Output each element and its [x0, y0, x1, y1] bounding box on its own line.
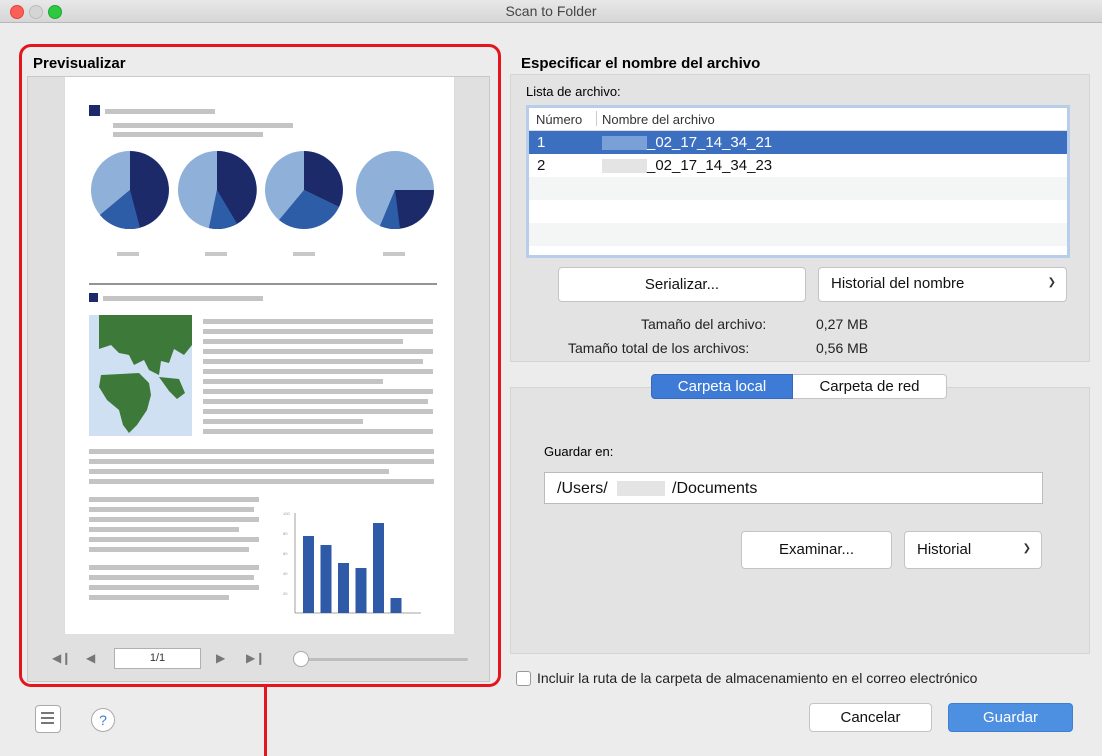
save-path-prefix: /Users/ — [557, 480, 608, 497]
file-section-title: Especificar el nombre del archivo — [521, 55, 761, 72]
chevron-down-icon: ❯ — [1022, 543, 1031, 554]
cancel-button[interactable]: Cancelar — [809, 703, 932, 732]
redacted-name-block — [602, 159, 647, 173]
empty-row — [529, 200, 1067, 223]
file-list-table[interactable]: Número Nombre del archivo 1 _02_17_14_34… — [526, 105, 1070, 258]
help-icon[interactable]: ? — [91, 708, 115, 732]
preview-highlight-frame — [19, 44, 501, 687]
total-size-value: 0,56 MB — [816, 340, 869, 356]
title-bar: Scan to Folder — [0, 0, 1102, 23]
file-list-label: Lista de archivo: — [526, 84, 621, 99]
window-title: Scan to Folder — [505, 3, 597, 19]
folder-tabs: Carpeta local Carpeta de red — [651, 374, 947, 399]
empty-row — [529, 223, 1067, 246]
chevron-down-icon: ❯ — [1047, 277, 1056, 288]
include-path-checkbox[interactable] — [516, 671, 531, 686]
folder-history-value: Historial — [917, 541, 972, 558]
file-size-value: 0,27 MB — [816, 316, 869, 332]
tab-local-folder[interactable]: Carpeta local — [651, 374, 793, 399]
file-row-number: 1 — [537, 134, 546, 151]
redacted-name-block — [602, 136, 647, 150]
folder-section-panel — [510, 387, 1090, 654]
folder-history-select[interactable]: Historial ❯ — [904, 531, 1042, 569]
save-button[interactable]: Guardar — [948, 703, 1073, 732]
tab-network-folder[interactable]: Carpeta de red — [793, 374, 947, 399]
file-row-1[interactable]: 1 _02_17_14_34_21 — [529, 131, 1067, 154]
file-size-label: Tamaño del archivo: — [641, 316, 767, 332]
empty-row — [529, 177, 1067, 200]
save-path-field[interactable]: /Users/ /Documents — [544, 472, 1043, 504]
name-history-select[interactable]: Historial del nombre ❯ — [818, 267, 1067, 302]
save-path-suffix: /Documents — [672, 480, 758, 497]
serialize-button[interactable]: Serializar... — [558, 267, 806, 302]
browse-button[interactable]: Examinar... — [741, 531, 892, 569]
redacted-user-block — [617, 481, 665, 496]
total-size-label: Tamaño total de los archivos: — [568, 340, 750, 356]
file-row-name: _02_17_14_34_21 — [647, 134, 773, 151]
file-row-2[interactable]: 2 _02_17_14_34_23 — [529, 154, 1067, 177]
sidebar-toggle-icon[interactable] — [35, 705, 61, 733]
column-file-name[interactable]: Nombre del archivo — [602, 112, 715, 127]
file-row-name: _02_17_14_34_23 — [647, 157, 773, 174]
save-in-label: Guardar en: — [544, 444, 614, 459]
column-number[interactable]: Número — [536, 112, 582, 127]
file-row-number: 2 — [537, 157, 546, 174]
highlight-callout-line — [264, 684, 267, 756]
name-history-value: Historial del nombre — [831, 275, 965, 292]
scan-to-folder-window: Scan to Folder Previsualizar 100 80 60 4… — [0, 0, 1102, 756]
file-list-header: Número Nombre del archivo — [529, 108, 1067, 131]
include-path-label[interactable]: Incluir la ruta de la carpeta de almacen… — [537, 670, 977, 686]
